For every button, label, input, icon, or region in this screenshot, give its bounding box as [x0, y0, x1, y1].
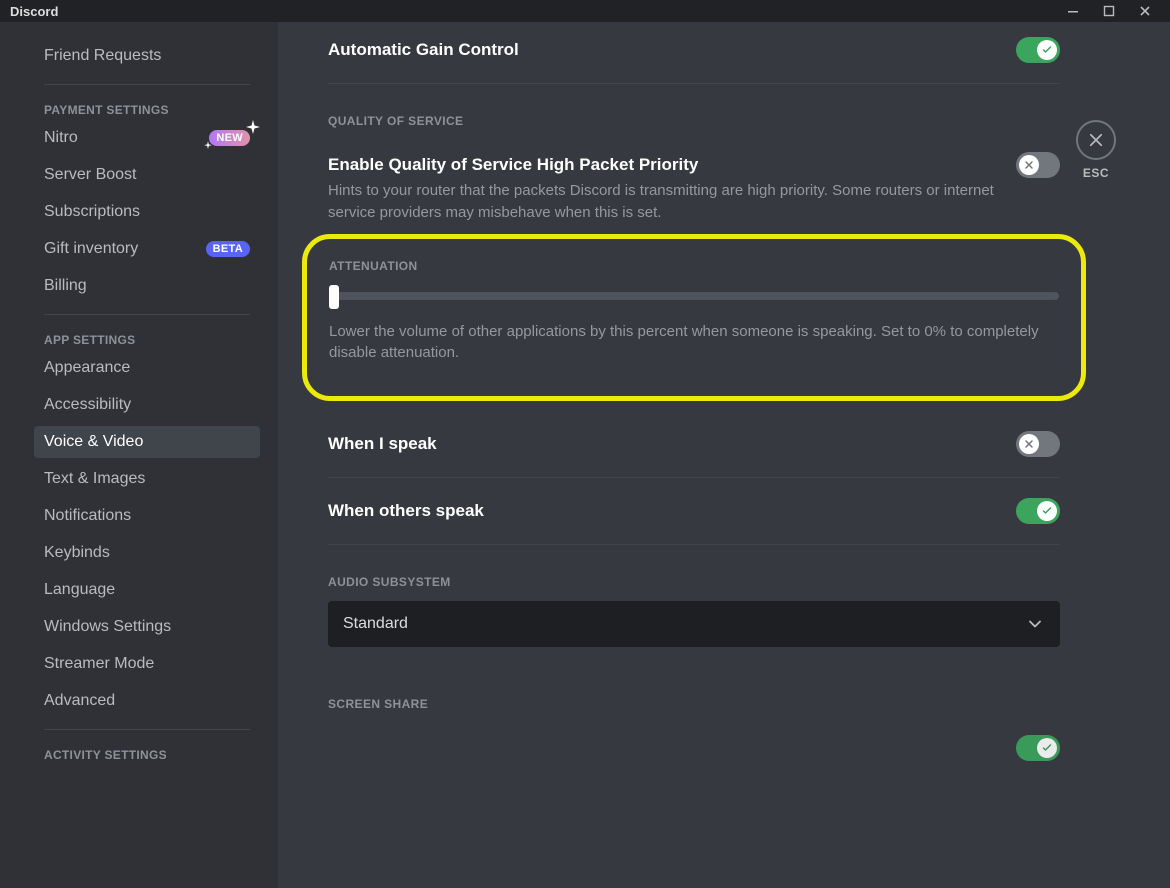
toggle-knob	[1019, 434, 1039, 454]
divider	[328, 544, 1060, 545]
titlebar: Discord	[0, 0, 1170, 22]
sidebar-divider	[44, 314, 250, 315]
sidebar-item-label: Billing	[44, 277, 87, 295]
beta-badge: BETA	[206, 241, 250, 257]
new-badge: NEW	[209, 130, 250, 146]
check-icon	[1041, 44, 1053, 56]
sidebar-item-appearance[interactable]: Appearance	[34, 352, 260, 384]
sidebar-item-label: Friend Requests	[44, 47, 161, 65]
close-label: ESC	[1083, 166, 1109, 180]
sidebar-item-label: Server Boost	[44, 166, 136, 184]
close-settings-button[interactable]	[1076, 120, 1116, 160]
sidebar-item-label: Windows Settings	[44, 618, 171, 636]
sidebar-item-label: Accessibility	[44, 396, 131, 414]
divider	[328, 477, 1060, 478]
toggle-when-others-speak[interactable]	[1016, 498, 1060, 524]
x-icon	[1023, 438, 1035, 450]
sidebar-item-text-images[interactable]: Text & Images	[34, 463, 260, 495]
setting-when-others-speak: When others speak	[328, 486, 1060, 536]
section-header-screen-share: SCREEN SHARE	[328, 697, 1060, 711]
toggle-qos[interactable]	[1016, 152, 1060, 178]
sidebar-item-nitro[interactable]: Nitro NEW	[34, 122, 260, 154]
minimize-button[interactable]	[1066, 4, 1080, 18]
sidebar-item-label: Subscriptions	[44, 203, 140, 221]
sidebar-item-keybinds[interactable]: Keybinds	[34, 537, 260, 569]
sidebar-item-windows-settings[interactable]: Windows Settings	[34, 611, 260, 643]
sidebar-item-notifications[interactable]: Notifications	[34, 500, 260, 532]
close-column: ESC	[1066, 120, 1126, 180]
sidebar-item-label: Voice & Video	[44, 433, 143, 451]
sidebar-item-label: Notifications	[44, 507, 131, 525]
toggle-agc[interactable]	[1016, 37, 1060, 63]
sidebar-item-label: Language	[44, 581, 115, 599]
close-window-button[interactable]	[1138, 4, 1152, 18]
attenuation-slider[interactable]	[329, 285, 1059, 305]
attenuation-highlight: ATTENUATION Lower the volume of other ap…	[302, 234, 1086, 402]
sidebar-item-label: Gift inventory	[44, 240, 138, 258]
setting-label: When others speak	[328, 501, 484, 521]
sidebar-item-friend-requests[interactable]: Friend Requests	[34, 40, 260, 72]
sidebar-item-gift-inventory[interactable]: Gift inventory BETA	[34, 233, 260, 265]
section-header-qos: QUALITY OF SERVICE	[328, 114, 1060, 128]
toggle-knob	[1019, 155, 1039, 175]
settings-content: ESC Automatic Gain Control QUALITY OF SE…	[278, 22, 1170, 888]
sidebar-divider	[44, 84, 250, 85]
sidebar-header-app: APP SETTINGS	[34, 333, 260, 347]
sidebar-item-label: Streamer Mode	[44, 655, 154, 673]
toggle-screen-share[interactable]	[1016, 735, 1060, 761]
close-icon	[1087, 131, 1105, 149]
section-header-attenuation: ATTENUATION	[329, 259, 1059, 273]
setting-automatic-gain-control: Automatic Gain Control	[328, 37, 1060, 75]
setting-screen-share-partial: x	[328, 723, 1060, 761]
setting-qos: Enable Quality of Service High Packet Pr…	[328, 140, 1060, 184]
sparkle-icon	[205, 141, 213, 151]
sidebar-header-payment: PAYMENT SETTINGS	[34, 103, 260, 117]
toggle-knob	[1037, 738, 1057, 758]
setting-label: When I speak	[328, 434, 437, 454]
select-value: Standard	[343, 615, 408, 633]
sidebar-item-language[interactable]: Language	[34, 574, 260, 606]
section-header-audio-subsystem: AUDIO SUBSYSTEM	[328, 575, 1060, 589]
sidebar-item-voice-video[interactable]: Voice & Video	[34, 426, 260, 458]
maximize-button[interactable]	[1102, 4, 1116, 18]
check-icon	[1041, 742, 1053, 754]
audio-subsystem-select[interactable]: Standard	[328, 601, 1060, 647]
sidebar-item-accessibility[interactable]: Accessibility	[34, 389, 260, 421]
slider-thumb[interactable]	[329, 285, 339, 309]
divider	[328, 83, 1060, 84]
sidebar-item-label: Text & Images	[44, 470, 145, 488]
sidebar-divider	[44, 729, 250, 730]
sidebar-item-label: Nitro	[44, 129, 78, 147]
setting-when-i-speak: When I speak	[328, 419, 1060, 469]
setting-description-qos: Hints to your router that the packets Di…	[328, 180, 1060, 224]
sidebar-header-activity: ACTIVITY SETTINGS	[34, 748, 260, 762]
check-icon	[1041, 505, 1053, 517]
sidebar-item-streamer-mode[interactable]: Streamer Mode	[34, 648, 260, 680]
sidebar-item-advanced[interactable]: Advanced	[34, 685, 260, 717]
sidebar-item-label: Appearance	[44, 359, 130, 377]
sidebar-item-label: Keybinds	[44, 544, 110, 562]
toggle-when-i-speak[interactable]	[1016, 431, 1060, 457]
setting-label: Enable Quality of Service High Packet Pr…	[328, 155, 698, 175]
new-badge-wrap: NEW	[209, 130, 250, 146]
sidebar-item-label: Advanced	[44, 692, 115, 710]
toggle-knob	[1037, 40, 1057, 60]
sidebar-item-server-boost[interactable]: Server Boost	[34, 159, 260, 191]
settings-sidebar: Friend Requests PAYMENT SETTINGS Nitro N…	[0, 22, 278, 888]
sidebar-item-subscriptions[interactable]: Subscriptions	[34, 196, 260, 228]
toggle-knob	[1037, 501, 1057, 521]
window-controls	[1066, 4, 1170, 18]
chevron-down-icon	[1025, 614, 1045, 634]
app-title: Discord	[10, 4, 58, 19]
sparkle-icon	[246, 120, 260, 139]
setting-description-attenuation: Lower the volume of other applications b…	[329, 321, 1059, 365]
x-icon	[1023, 159, 1035, 171]
sidebar-item-billing[interactable]: Billing	[34, 270, 260, 302]
setting-label: Automatic Gain Control	[328, 40, 519, 60]
slider-track	[329, 292, 1059, 300]
